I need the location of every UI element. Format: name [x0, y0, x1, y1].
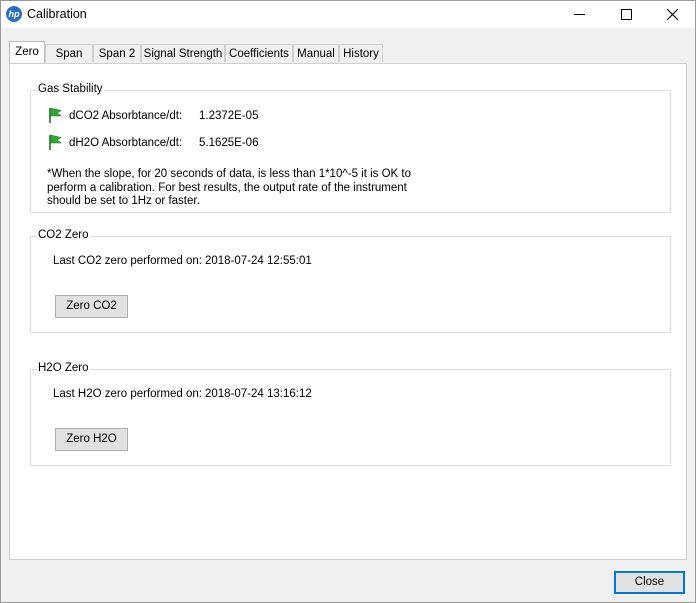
co2-zero-title: CO2 Zero [37, 229, 90, 241]
dh2o-label: dH2O Absorbtance/dt: [69, 137, 183, 149]
minimize-icon [573, 14, 585, 15]
green-flag-icon [49, 134, 62, 150]
close-icon [666, 9, 678, 20]
tab-span[interactable]: Span [45, 44, 93, 62]
co2-zero-group: CO2 Zero Last CO2 zero performed on: 201… [30, 229, 671, 333]
stability-note-line-1: *When the slope, for 20 seconds of data,… [47, 168, 412, 180]
h2o-zero-group: H2O Zero Last H2O zero performed on: 201… [30, 362, 671, 466]
gas-stability-group: Gas Stability dCO2 Absorbtance/dt: 1.237… [30, 83, 671, 213]
hp-logo-icon: hp [6, 6, 22, 22]
stability-note-line-3: should be set to 1Hz or faster. [47, 195, 200, 207]
tab-zero[interactable]: Zero [9, 41, 45, 63]
maximize-button[interactable] [603, 1, 649, 28]
tab-span-2[interactable]: Span 2 [93, 44, 141, 62]
gas-stability-title: Gas Stability [37, 83, 104, 95]
zero-co2-button[interactable]: Zero CO2 [55, 295, 128, 318]
close-window-button[interactable] [649, 1, 695, 28]
last-h2o-zero-label: Last H2O zero performed on: [53, 388, 202, 400]
tab-coefficients[interactable]: Coefficients [225, 44, 293, 62]
tab-manual[interactable]: Manual [293, 44, 339, 62]
stability-note-line-2: perform a calibration. For best results,… [47, 182, 407, 194]
dco2-value: 1.2372E-05 [199, 110, 259, 122]
minimize-button[interactable] [556, 1, 602, 28]
title-bar[interactable]: hp Calibration [1, 1, 695, 28]
last-h2o-zero-value: 2018-07-24 13:16:12 [205, 388, 312, 400]
maximize-icon [620, 9, 632, 20]
close-button[interactable]: Close [614, 571, 685, 594]
green-flag-icon [49, 107, 62, 123]
tab-signal-strength[interactable]: Signal Strength [141, 44, 225, 62]
zero-tab-panel: Gas Stability dCO2 Absorbtance/dt: 1.237… [9, 63, 687, 560]
last-co2-zero-value: 2018-07-24 12:55:01 [205, 255, 312, 267]
dh2o-value: 5.1625E-06 [199, 137, 259, 149]
dco2-label: dCO2 Absorbtance/dt: [69, 110, 183, 122]
window-title: Calibration [27, 7, 87, 21]
h2o-zero-title: H2O Zero [37, 362, 90, 374]
calibration-window: hp Calibration Zero Span Span 2 Signal S… [0, 0, 696, 603]
last-co2-zero-label: Last CO2 zero performed on: [53, 255, 202, 267]
zero-h2o-button[interactable]: Zero H2O [55, 428, 128, 451]
tab-history[interactable]: History [339, 44, 383, 62]
